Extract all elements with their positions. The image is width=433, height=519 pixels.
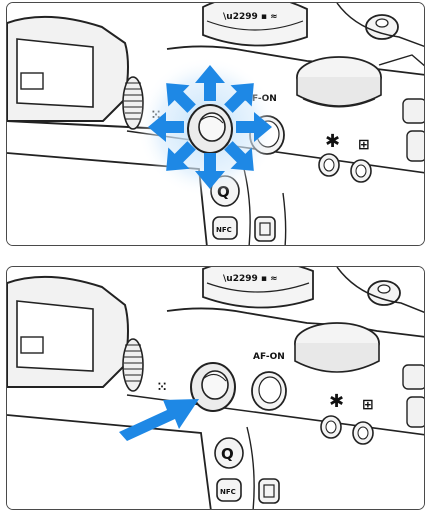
multi-controller [187, 104, 233, 154]
asterisk-icon: ✱ [325, 131, 340, 152]
asterisk-icon: ✱ [329, 391, 344, 412]
bottom-illustration-panel: \u2299 ▪ ≈ AF-ON ✱ ⊞ Q NFC ⁙ [6, 266, 425, 510]
mic-holes: ⁙ [157, 380, 167, 394]
camera-illustration-press: \u2299 ▪ ≈ AF-ON ✱ ⊞ Q NFC ⁙ [7, 267, 424, 509]
nfc-icon: NFC [220, 488, 236, 496]
top-illustration-panel: \u2299 ▪ ≈ AF-ON ✱ ⊞ Q NFC [6, 2, 425, 246]
svg-text:\u2299 ▪ ≈: \u2299 ▪ ≈ [223, 12, 278, 22]
playback-button [258, 478, 280, 504]
camera-illustration-tilt: \u2299 ▪ ≈ AF-ON ✱ ⊞ Q NFC [7, 3, 424, 245]
magnify-icon: Q [221, 445, 234, 463]
mode-dial: \u2299 ▪ ≈ [202, 3, 308, 47]
af-on-label: AF-ON [253, 352, 285, 362]
nfc-mark: NFC [216, 478, 242, 502]
magnify-button: Q [214, 437, 244, 469]
nfc-mark: NFC [212, 216, 238, 240]
grid-icon: ⊞ [358, 137, 370, 153]
playback-button [254, 216, 276, 242]
svg-text:\u2299 ▪ ≈: \u2299 ▪ ≈ [223, 274, 278, 284]
multi-controller [190, 362, 236, 412]
mode-dial: \u2299 ▪ ≈ [202, 267, 314, 309]
nfc-icon: NFC [216, 226, 232, 234]
af-on-button: AF-ON [251, 352, 287, 411]
main-dial [296, 56, 382, 108]
main-dial [294, 322, 380, 373]
diopter-dial [122, 338, 144, 392]
grid-icon: ⊞ [362, 397, 374, 413]
viewfinder-eyecup [7, 275, 129, 388]
